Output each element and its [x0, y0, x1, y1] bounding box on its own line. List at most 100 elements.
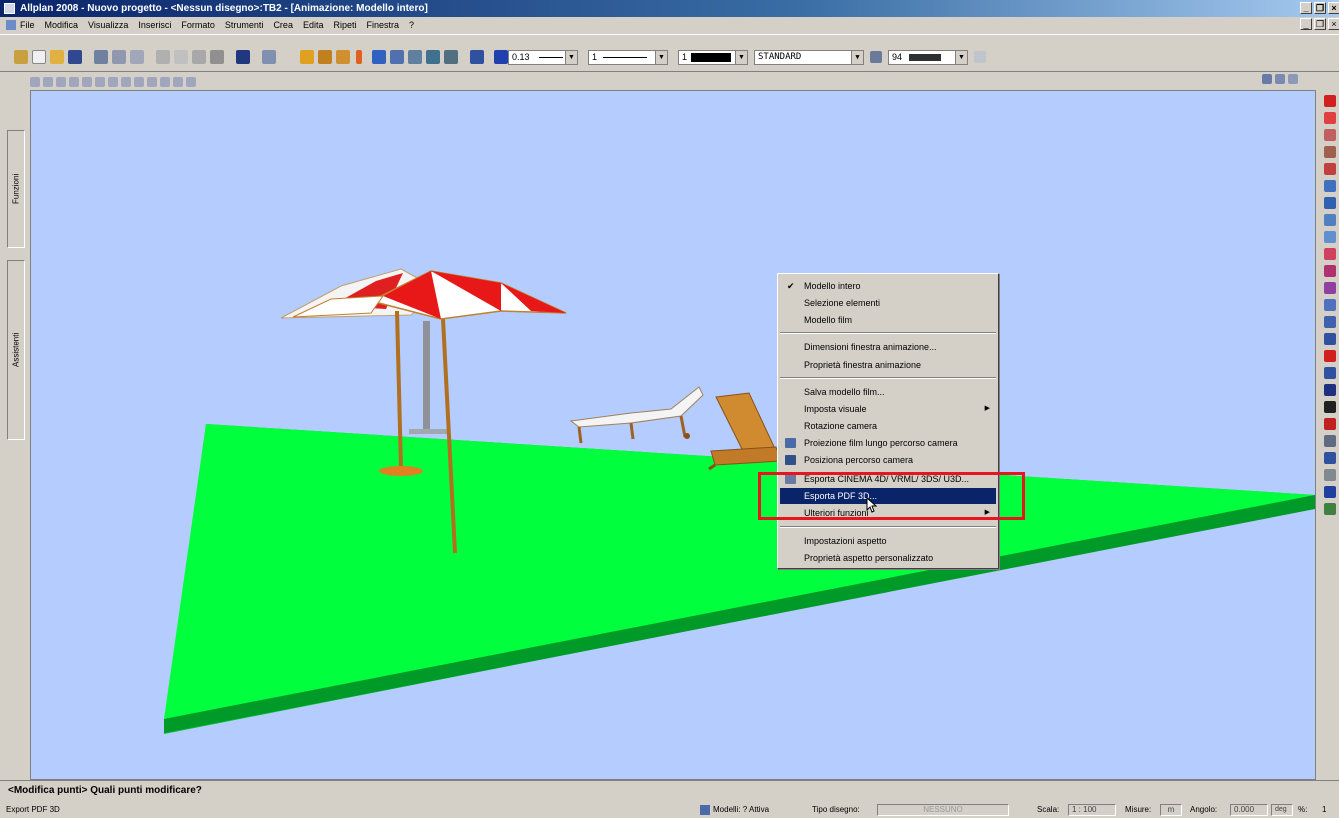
- doc-minimize-icon[interactable]: _: [1300, 18, 1312, 30]
- copy-icon[interactable]: [174, 50, 188, 64]
- angolo-unit[interactable]: deg: [1271, 804, 1293, 816]
- tool-icon-6[interactable]: [390, 50, 404, 64]
- allplan-app-icon[interactable]: [4, 3, 15, 14]
- menu-finestra[interactable]: Finestra: [366, 20, 399, 30]
- delete-tool-icon[interactable]: [1323, 350, 1336, 362]
- misure-field[interactable]: m: [1160, 804, 1182, 816]
- chevron-down-icon[interactable]: ▼: [955, 51, 967, 64]
- zoom-in-icon[interactable]: [82, 77, 92, 87]
- array-tool-icon[interactable]: [1323, 316, 1336, 328]
- tool-icon-5[interactable]: [372, 50, 386, 64]
- menu-item-rotazione-camera[interactable]: Rotazione camera: [780, 418, 996, 434]
- link-tool-icon[interactable]: [1323, 435, 1336, 447]
- zoom-out-icon[interactable]: [95, 77, 105, 87]
- print-icon[interactable]: [94, 50, 108, 64]
- tool-icon-4[interactable]: [356, 50, 362, 64]
- tab-funzioni[interactable]: Funzioni: [7, 130, 25, 248]
- pen-thickness-select[interactable]: 0.13 ▼: [508, 50, 578, 65]
- menu-item-modello-film[interactable]: Modello film: [780, 312, 996, 328]
- rotate-tool-icon[interactable]: [1323, 265, 1336, 277]
- menu-help[interactable]: ?: [409, 20, 414, 30]
- pan-icon[interactable]: [69, 77, 79, 87]
- color-select[interactable]: 1 ▼: [678, 50, 748, 65]
- menu-ripeti[interactable]: Ripeti: [333, 20, 356, 30]
- menu-item-imposta-visuale[interactable]: Imposta visuale ▶: [780, 401, 996, 417]
- polyline-tool-icon[interactable]: [1323, 129, 1336, 141]
- animation-viewport[interactable]: [30, 90, 1316, 780]
- view-sync-icon[interactable]: [1275, 74, 1285, 84]
- tool-icon-7[interactable]: [408, 50, 422, 64]
- previous-view-icon[interactable]: [173, 77, 183, 87]
- line-tool-icon[interactable]: [1323, 112, 1336, 124]
- menu-item-impostazioni-aspetto[interactable]: Impostazioni aspetto: [780, 533, 996, 549]
- doc-close-icon[interactable]: ×: [1328, 18, 1339, 30]
- save-icon[interactable]: [68, 50, 82, 64]
- menu-edita[interactable]: Edita: [303, 20, 324, 30]
- format-painter-icon[interactable]: [210, 50, 224, 64]
- tool-icon-1[interactable]: [300, 50, 314, 64]
- stretch-tool-icon[interactable]: [1323, 299, 1336, 311]
- menu-item-posiziona-percorso[interactable]: Posiziona percorso camera: [780, 452, 996, 468]
- scale-tool-icon[interactable]: [1323, 282, 1336, 294]
- filter-tool-icon[interactable]: [1323, 503, 1336, 515]
- sum-tool-icon[interactable]: [1323, 486, 1336, 498]
- menu-crea[interactable]: Crea: [273, 20, 293, 30]
- menu-file[interactable]: File: [20, 20, 35, 30]
- camera-icon[interactable]: [147, 77, 157, 87]
- menu-visualizza[interactable]: Visualizza: [88, 20, 128, 30]
- minimize-icon[interactable]: _: [1300, 2, 1312, 14]
- arc-tool-icon[interactable]: [1323, 146, 1336, 158]
- menu-inserisci[interactable]: Inserisci: [138, 20, 171, 30]
- close-icon[interactable]: ×: [1328, 2, 1339, 14]
- tool-icon-2[interactable]: [318, 50, 332, 64]
- zoom-icon[interactable]: [43, 77, 53, 87]
- chevron-down-icon[interactable]: ▼: [851, 51, 863, 64]
- tool-icon-9[interactable]: [444, 50, 458, 64]
- cut-icon[interactable]: [156, 50, 170, 64]
- move-tool-icon[interactable]: [1323, 248, 1336, 260]
- refresh-icon[interactable]: [160, 77, 170, 87]
- window-title-bar[interactable]: Allplan 2008 - Nuovo progetto - <Nessun …: [0, 0, 1339, 17]
- draw-tool-icon[interactable]: [1323, 95, 1336, 107]
- tool-icon-8[interactable]: [426, 50, 440, 64]
- redo-icon[interactable]: [262, 50, 276, 64]
- view-tool-icon[interactable]: [30, 77, 40, 87]
- menu-modifica[interactable]: Modifica: [45, 20, 79, 30]
- solid-tool-icon[interactable]: [1323, 197, 1336, 209]
- angolo-field[interactable]: 0.000: [1230, 804, 1268, 816]
- print-preview-icon[interactable]: [112, 50, 126, 64]
- tab-assistenti[interactable]: Assistenti: [7, 260, 25, 440]
- new-project-icon[interactable]: [14, 50, 28, 64]
- line-type-select[interactable]: 1 ▼: [588, 50, 668, 65]
- tool-icon-3[interactable]: [336, 50, 350, 64]
- mirror-tool-icon[interactable]: [1323, 231, 1336, 243]
- copy-tool-icon[interactable]: [1323, 214, 1336, 226]
- menu-formato[interactable]: Formato: [181, 20, 215, 30]
- menu-item-modello-intero[interactable]: ✔ Modello intero: [780, 278, 996, 294]
- layer-select[interactable]: STANDARD ▼: [754, 50, 864, 65]
- undo-icon[interactable]: [236, 50, 250, 64]
- pen-icon[interactable]: [494, 50, 508, 64]
- orbit-icon[interactable]: [134, 77, 144, 87]
- doc-restore-icon[interactable]: ❐: [1314, 18, 1326, 30]
- menu-strumenti[interactable]: Strumenti: [225, 20, 264, 30]
- measure-tool-icon[interactable]: [1323, 401, 1336, 413]
- chevron-down-icon[interactable]: ▼: [735, 51, 747, 64]
- shape-tool-icon[interactable]: [1323, 180, 1336, 192]
- list-tool-icon[interactable]: [1323, 469, 1336, 481]
- plot-icon[interactable]: [130, 50, 144, 64]
- scala-field[interactable]: 1 : 100: [1068, 804, 1116, 816]
- chevron-down-icon[interactable]: ▼: [565, 51, 577, 64]
- menu-item-salva-modello-film[interactable]: Salva modello film...: [780, 384, 996, 400]
- menu-item-proprieta-aspetto[interactable]: Proprietà aspetto personalizzato: [780, 550, 996, 566]
- view-link-icon[interactable]: [1288, 74, 1298, 84]
- pencil-tool-icon[interactable]: [1323, 418, 1336, 430]
- menu-item-proiezione-film[interactable]: Proiezione film lungo percorso camera: [780, 435, 996, 451]
- open-icon[interactable]: [50, 50, 64, 64]
- tipo-disegno-field[interactable]: NESSUNO: [877, 804, 1009, 816]
- models-icon[interactable]: [700, 805, 710, 815]
- new-file-icon[interactable]: [32, 50, 46, 64]
- pick-tool-icon[interactable]: [1323, 367, 1336, 379]
- view-tile-icon[interactable]: [1262, 74, 1272, 84]
- zoom-window-icon[interactable]: [56, 77, 66, 87]
